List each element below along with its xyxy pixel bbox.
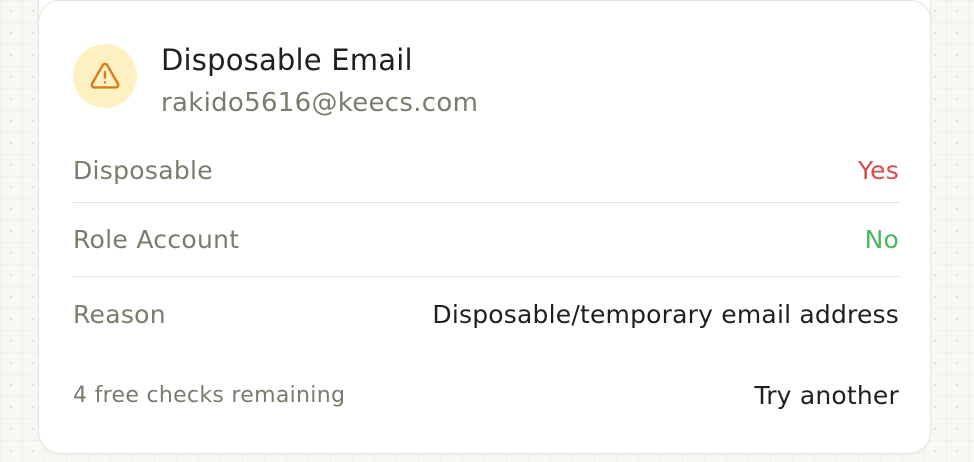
- disposable-value: Yes: [858, 155, 899, 185]
- result-card: Disposable Email rakido5616@keecs.com Di…: [37, 0, 932, 454]
- details-list: Disposable Yes Role Account No Reason Di…: [73, 138, 899, 351]
- checks-remaining-text: 4 free checks remaining: [73, 383, 346, 408]
- detail-label: Disposable: [73, 155, 213, 185]
- detail-row-reason: Reason Disposable/temporary email addres…: [73, 277, 899, 351]
- result-header-text: Disposable Email rakido5616@keecs.com: [161, 42, 478, 120]
- detail-label: Reason: [73, 299, 166, 329]
- reason-value: Disposable/temporary email address: [432, 299, 899, 329]
- warning-triangle-icon: [90, 62, 120, 89]
- checked-email: rakido5616@keecs.com: [161, 88, 479, 118]
- detail-row-role-account: Role Account No: [73, 203, 899, 277]
- detail-label: Role Account: [73, 225, 240, 254]
- try-another-button[interactable]: Try another: [754, 381, 899, 410]
- result-header: Disposable Email rakido5616@keecs.com: [73, 42, 478, 120]
- card-footer: 4 free checks remaining Try another: [73, 381, 899, 410]
- warning-badge: [73, 44, 137, 108]
- role-account-value: No: [864, 225, 899, 254]
- result-title: Disposable Email: [161, 43, 413, 77]
- detail-row-disposable: Disposable Yes: [73, 138, 899, 203]
